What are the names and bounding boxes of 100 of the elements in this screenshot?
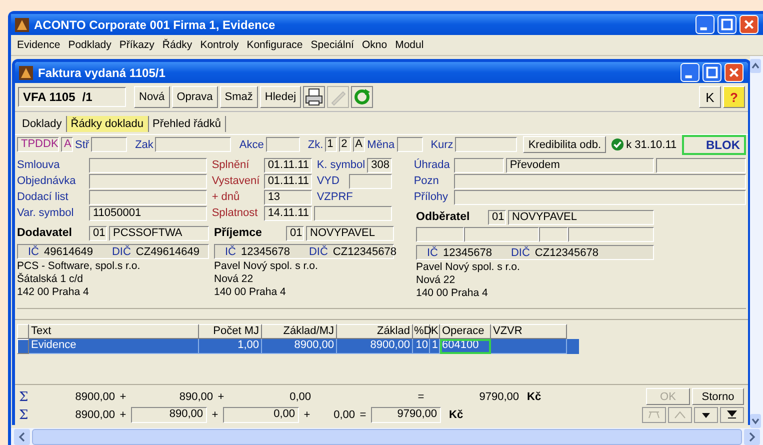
input-field[interactable] [314,206,392,220]
operator: + [302,409,312,421]
input-field[interactable]: NOVYPAVEL [306,226,394,240]
amount: 9790,00 [478,391,519,403]
amount-field[interactable]: 890,00 [131,407,207,423]
refresh-icon[interactable] [351,86,374,108]
dialog-button[interactable]: Storno [692,388,744,405]
input-field[interactable] [454,158,504,172]
amount-field[interactable]: 9790,00 [371,407,441,423]
input-field[interactable] [416,227,464,242]
maximize-icon[interactable] [717,15,737,34]
maximize-icon[interactable] [702,63,722,82]
app-icon [19,66,33,80]
field-label: Objednávka [17,175,77,187]
menu-item[interactable]: Konfigurace [242,39,307,51]
column-header[interactable]: Základ/MJ [262,324,337,339]
input-field[interactable]: 01.11.11 [264,158,312,172]
input-field[interactable] [454,174,746,188]
tab[interactable]: Přehled řádků [148,116,226,132]
menu-item[interactable]: Podklady [64,39,116,51]
address-line: Nová 22 [214,273,254,286]
menu-item[interactable]: Modul [391,39,428,51]
menu-item[interactable]: Příkazy [115,39,158,51]
document-number-field[interactable]: VFA 1105 /1 [18,87,126,107]
close-icon[interactable] [724,63,744,82]
table-cell: 10 [413,339,430,354]
input-field[interactable]: 01 [488,210,506,224]
input-field[interactable] [455,137,518,152]
field-label: Var. symbol [17,207,75,219]
toolbar-button[interactable]: K [699,86,721,108]
row-selector [17,324,29,339]
input-field[interactable] [89,190,207,204]
toolbar-button[interactable]: Nová [134,86,170,108]
party-label: Odběratel [416,211,471,223]
scroll-left-icon[interactable] [14,428,30,444]
menu-item[interactable]: Kontroly [196,39,243,51]
close-icon[interactable] [739,15,759,34]
tab[interactable]: Řádky dokladu [66,116,149,132]
input-field[interactable] [656,158,746,172]
input-field[interactable]: 01.11.11 [264,174,312,188]
field-label: Kurz [430,138,454,150]
address-line: Šátalská 1 c/d [17,273,84,286]
scroll-up-icon[interactable] [750,59,761,73]
input-field[interactable] [89,158,207,172]
table-cell: 8900,00 [262,339,337,354]
column-header[interactable]: Text [29,324,199,339]
input-field[interactable]: 1 [325,137,338,152]
menu-item[interactable]: Evidence [13,39,64,51]
minimize-icon[interactable] [680,63,700,82]
scroll-down-icon[interactable] [750,414,761,428]
operator: + [118,409,128,421]
column-header[interactable]: Základ [337,324,413,339]
menu-item[interactable]: Okno [358,39,392,51]
toolbar-button[interactable]: Oprava [172,86,218,108]
input-field[interactable] [454,190,746,204]
input-field[interactable]: 01 [89,226,107,240]
input-field[interactable] [89,174,207,188]
toolbar-button[interactable]: Smaž [220,86,258,108]
scroll-right-icon[interactable] [744,428,760,444]
input-field[interactable] [266,137,300,152]
input-field[interactable]: PCSSOFTWA [109,226,209,240]
input-field[interactable] [539,227,568,242]
input-field[interactable] [348,174,392,188]
window-title: Faktura vydaná 1105/1 [38,66,166,80]
input-field[interactable]: NOVYPAVEL [508,210,654,224]
field-label: Stř [75,138,90,150]
vat-id: CZ49614649 [136,246,200,258]
table-cell: 8900,00 [337,339,413,354]
toolbar-button[interactable]: Hledej [260,86,302,108]
input-field[interactable]: Převodem [506,158,654,172]
input-field[interactable] [91,137,128,152]
address-line: Nová 22 [416,274,456,287]
amount-field[interactable]: 0,00 [223,407,299,423]
input-field[interactable] [464,227,539,242]
input-field[interactable]: 11050001 [89,206,207,220]
vertical-scrollbar[interactable] [750,56,763,428]
input-field[interactable] [396,137,423,152]
input-field[interactable] [568,227,654,242]
toolbar-button[interactable]: ? [723,86,745,108]
field-label: Dodací list [17,191,70,203]
input-field[interactable]: 308 [367,158,392,172]
input-field[interactable]: 13 [264,190,312,204]
input-field[interactable]: 2 [339,137,352,152]
last-icon[interactable] [720,407,744,423]
menu-item[interactable]: Speciální [306,39,358,51]
column-header[interactable]: Operace [440,324,491,339]
field-label: Smlouva [17,159,61,171]
printer-icon[interactable] [303,86,326,108]
input-field[interactable]: A [353,137,366,152]
document-type-field[interactable]: TPDDK [17,137,59,152]
down-icon[interactable] [694,407,718,423]
column-header[interactable]: VZVR [491,324,567,339]
credit-button[interactable]: Kredibilita odb. [523,136,606,153]
input-field[interactable] [155,137,232,152]
input-field[interactable]: 01 [286,226,304,240]
input-field[interactable]: 14.11.11 [264,206,312,220]
minimize-icon[interactable] [695,15,715,34]
type-flag-field[interactable]: A [61,137,73,152]
credit-date: k 31.10.11 [626,138,677,150]
menu-item[interactable]: Řádky [158,39,196,51]
